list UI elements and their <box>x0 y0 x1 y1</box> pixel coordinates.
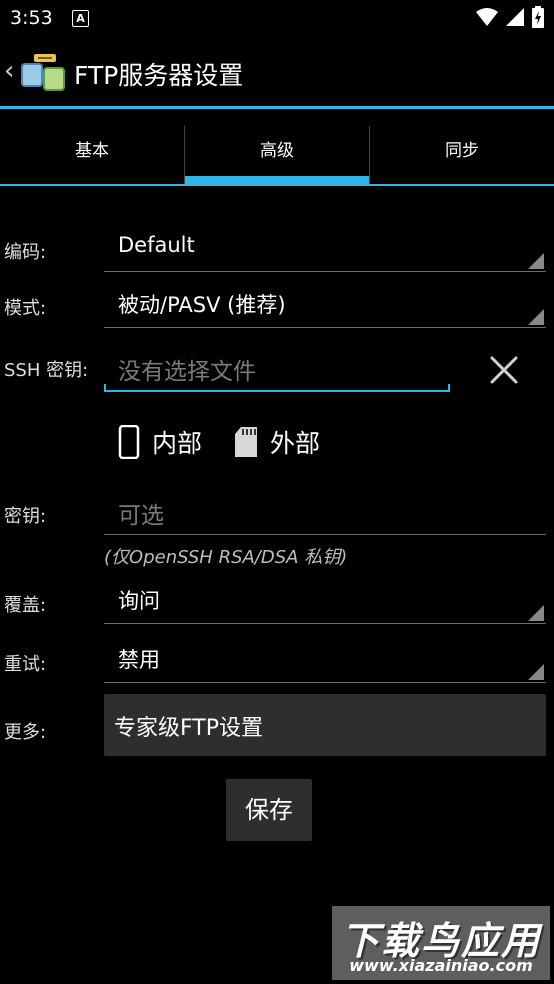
action-bar: ‹ FTP服务器设置 <box>0 36 554 106</box>
tab-sync[interactable]: 同步 <box>369 126 554 184</box>
battery-charging-icon <box>532 6 544 28</box>
wifi-icon <box>476 8 498 26</box>
save-button[interactable]: 保存 <box>226 779 312 841</box>
storage-internal-button[interactable]: 内部 <box>118 424 202 460</box>
tab-basic[interactable]: 基本 <box>0 126 184 184</box>
notification-icon: A <box>72 10 89 27</box>
sd-card-icon <box>235 427 257 457</box>
clear-icon[interactable] <box>488 354 520 386</box>
ssh-key-label: SSH 密钥: <box>4 360 89 381</box>
encoding-spinner[interactable]: Default <box>104 225 546 272</box>
encoding-label: 编码: <box>4 242 47 263</box>
expert-ftp-settings-button[interactable]: 专家级FTP设置 <box>104 694 546 756</box>
encoding-value: Default <box>118 233 195 257</box>
tab-bar: 基本 高级 同步 <box>0 126 554 184</box>
storage-external-button[interactable]: 外部 <box>234 424 320 460</box>
passphrase-label: 密钥: <box>4 506 47 527</box>
storage-external-label: 外部 <box>270 429 321 458</box>
watermark-logo: 下载鸟应用 www.xiazainiao.com <box>332 906 550 980</box>
passphrase-placeholder: 可选 <box>118 503 164 529</box>
expert-ftp-settings-label: 专家级FTP设置 <box>114 716 263 741</box>
status-bar: 3:53 A <box>0 0 554 36</box>
tab-advanced[interactable]: 高级 <box>184 126 369 184</box>
app-logo-icon[interactable] <box>20 50 68 94</box>
field-corner <box>448 384 450 392</box>
status-icons <box>476 6 544 28</box>
passphrase-hint: (仅OpenSSH RSA/DSA 私钥) <box>104 547 348 568</box>
signal-icon <box>506 8 524 26</box>
ssh-key-placeholder: 没有选择文件 <box>118 359 256 385</box>
overwrite-label: 覆盖: <box>4 595 47 616</box>
storage-internal-label: 内部 <box>152 429 203 458</box>
ssh-key-field[interactable]: 没有选择文件 <box>104 344 450 392</box>
field-corner <box>104 384 106 392</box>
spinner-arrow-icon <box>528 664 544 680</box>
back-chevron-icon[interactable]: ‹ <box>4 56 14 86</box>
mode-label: 模式: <box>4 298 47 319</box>
spinner-arrow-icon <box>528 253 544 269</box>
retry-label: 重试: <box>4 654 47 675</box>
overwrite-spinner[interactable]: 询问 <box>104 577 546 624</box>
tab-divider <box>0 184 554 186</box>
status-time: 3:53 <box>10 7 53 29</box>
overwrite-value: 询问 <box>118 589 160 613</box>
spinner-arrow-icon <box>528 309 544 325</box>
more-label: 更多: <box>4 722 47 743</box>
page-title: FTP服务器设置 <box>74 61 244 90</box>
mode-value: 被动/PASV (推荐) <box>118 293 286 317</box>
phone-icon <box>118 425 140 459</box>
watermark-url: www.xiazainiao.com <box>349 956 533 975</box>
spinner-arrow-icon <box>528 605 544 621</box>
passphrase-field[interactable]: 可选 <box>104 488 546 535</box>
retry-value: 禁用 <box>118 648 160 672</box>
retry-spinner[interactable]: 禁用 <box>104 636 546 683</box>
mode-spinner[interactable]: 被动/PASV (推荐) <box>104 281 546 328</box>
action-bar-divider <box>0 106 554 109</box>
